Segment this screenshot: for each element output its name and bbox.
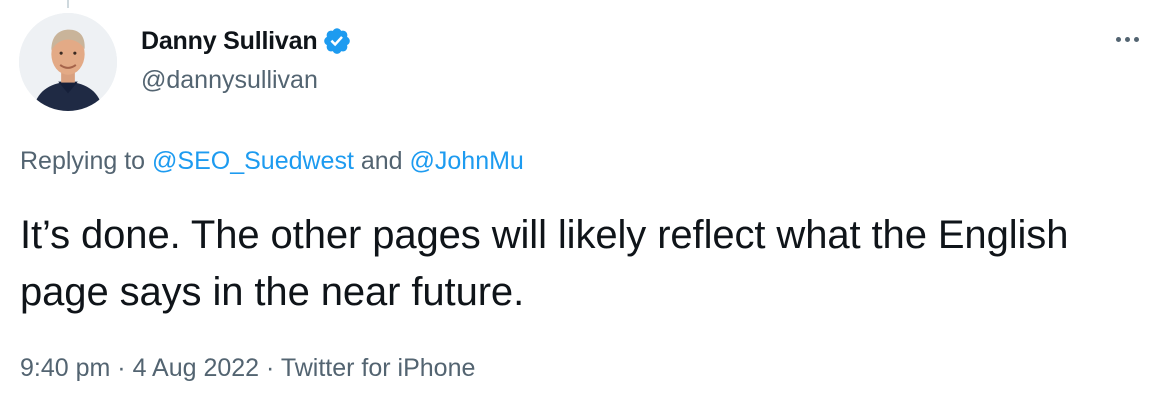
replying-to-line: Replying to @SEO_Suedwest and @JohnMu <box>20 147 524 176</box>
tweet-text: It’s done. The other pages will likely r… <box>20 213 1069 314</box>
tweet-time[interactable]: 9:40 pm <box>20 354 110 382</box>
more-options-button[interactable] <box>1107 22 1147 56</box>
meta-separator: · <box>110 354 133 382</box>
more-dot-icon <box>1133 36 1139 42</box>
avatar-image <box>19 13 117 111</box>
author-name-row: Danny Sullivan <box>141 24 352 58</box>
reply-mention-johnmu[interactable]: @JohnMu <box>410 147 524 175</box>
tweet-metadata: 9:40 pm · 4 Aug 2022 · Twitter for iPhon… <box>20 354 475 383</box>
tweet-source[interactable]: Twitter for iPhone <box>281 354 476 382</box>
replying-to-prefix: Replying to <box>20 147 153 175</box>
more-dot-icon <box>1115 36 1121 42</box>
thread-connector-line <box>67 0 69 8</box>
replying-to-conjunction: and <box>353 147 410 175</box>
more-dot-icon <box>1124 36 1130 42</box>
avatar[interactable] <box>19 13 117 111</box>
reply-mention-seo-suedwest[interactable]: @SEO_Suedwest <box>152 147 354 175</box>
tweet-date[interactable]: 4 Aug 2022 <box>133 354 260 382</box>
verified-badge-icon <box>322 26 352 56</box>
author-handle[interactable]: @dannysullivan <box>141 66 318 95</box>
meta-separator: · <box>259 354 281 382</box>
author-display-name[interactable]: Danny Sullivan <box>141 27 318 56</box>
